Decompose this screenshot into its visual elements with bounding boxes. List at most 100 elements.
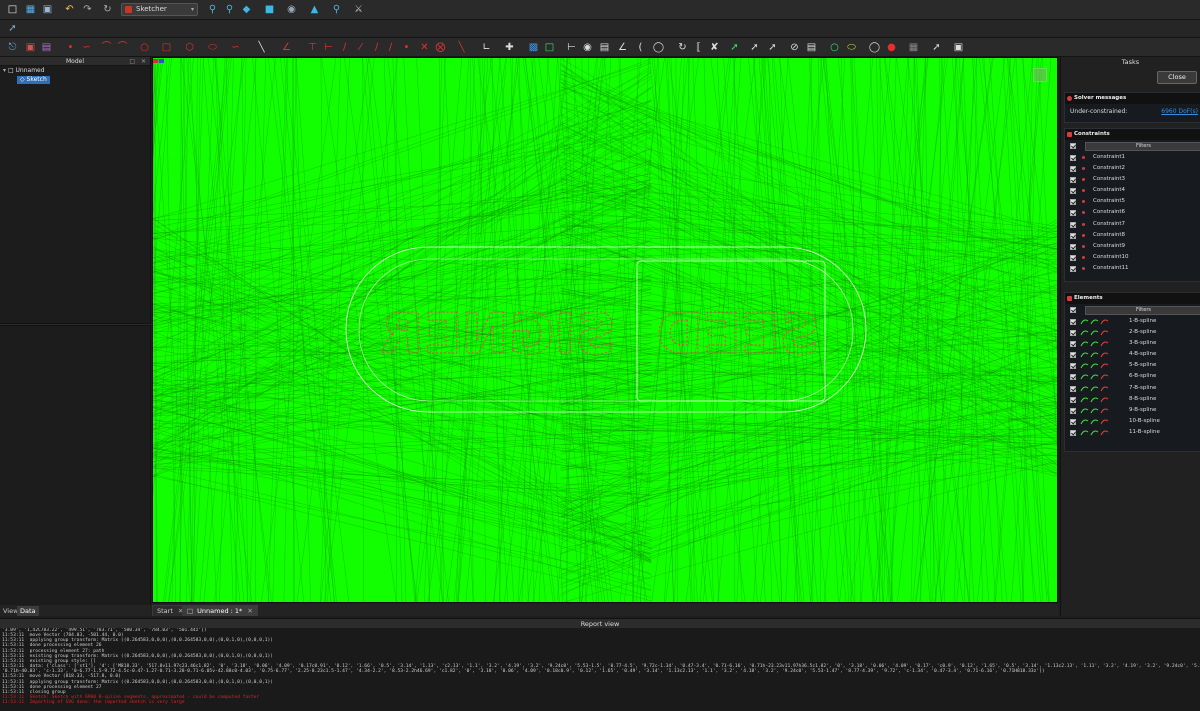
redo-icon[interactable]: ↷ (81, 3, 94, 16)
select-redundant-icon[interactable]: ➚ (728, 41, 741, 54)
panel-buttons[interactable]: □ ✕ (129, 57, 148, 66)
tree-sketch-row[interactable]: ◇ Sketch (0, 75, 150, 84)
bspline-knot-icon[interactable]: ● (885, 41, 898, 54)
constraint-row[interactable]: Constraint1 (1065, 152, 1200, 163)
point-icon[interactable]: • (64, 41, 77, 54)
trim-icon[interactable]: ⊤ (306, 41, 319, 54)
vertical-constraint-icon[interactable]: ∕ (384, 41, 397, 54)
element-row[interactable]: 8-B-spline (1065, 394, 1200, 405)
element-row[interactable]: 5-B-spline (1065, 360, 1200, 371)
bspline-degree-icon[interactable]: ○ (828, 41, 841, 54)
constraint-row[interactable]: Constraint6 (1065, 207, 1200, 218)
constraint-checkbox[interactable] (1070, 254, 1076, 261)
element-checkbox[interactable] (1070, 363, 1076, 370)
elements-header[interactable]: Elements (1065, 293, 1200, 304)
sketch-text-signer[interactable]: SIGNER (380, 301, 617, 367)
whats-this-icon[interactable]: ➚ (6, 22, 19, 35)
symmetry-icon[interactable]: ⊘ (788, 41, 801, 54)
element-checkbox[interactable] (1070, 385, 1076, 392)
point-on-object-icon[interactable]: ∕ (370, 41, 383, 54)
fit-selection-icon[interactable]: ⚲ (223, 3, 236, 16)
arc-icon[interactable]: ⌒ (100, 41, 113, 54)
element-row[interactable]: 10-B-spline (1065, 416, 1200, 427)
element-checkbox[interactable] (1070, 352, 1076, 359)
dof-link[interactable]: 6960 DoF(s) (1161, 104, 1198, 120)
constraints-filters-button[interactable]: Filters (1085, 142, 1200, 151)
parallel-icon[interactable]: ✕ (418, 41, 431, 54)
polygon-icon[interactable]: ⬡ (183, 41, 196, 54)
clone-icon[interactable]: ▤ (805, 41, 818, 54)
view-sketch-icon[interactable]: ▣ (24, 41, 37, 54)
measure-icon[interactable]: ⚲ (330, 3, 343, 16)
element-row[interactable]: 11-B-spline (1065, 427, 1200, 438)
element-checkbox[interactable] (1070, 374, 1076, 381)
rectangle-icon[interactable]: □ (160, 41, 173, 54)
block-icon[interactable]: ▩ (527, 41, 540, 54)
diameter-icon[interactable]: ▤ (598, 41, 611, 54)
constraint-row[interactable]: Constraint9 (1065, 241, 1200, 252)
view-section-icon[interactable]: ▤ (40, 41, 53, 54)
constraint-checkbox[interactable] (1070, 265, 1076, 272)
bspline-polygon-icon[interactable]: ⬭ (845, 41, 858, 54)
constraint-checkbox[interactable] (1070, 243, 1076, 250)
tree-sketch-selected[interactable]: ◇ Sketch (17, 76, 50, 84)
open-file-icon[interactable]: ▦ (24, 3, 37, 16)
elements-filters-button[interactable]: Filters (1085, 306, 1200, 315)
constraint-row[interactable]: Constraint5 (1065, 196, 1200, 207)
constraint-checkbox[interactable] (1070, 232, 1076, 239)
toggle-driving-icon[interactable]: ↻ (676, 41, 689, 54)
snap-icon[interactable]: ➚ (930, 41, 943, 54)
element-row[interactable]: 1-B-spline (1065, 316, 1200, 327)
polyline-icon[interactable]: ∽ (80, 41, 93, 54)
tangent-icon[interactable]: ╲ (455, 41, 468, 54)
select-conflicting-icon[interactable]: ✘ (708, 41, 721, 54)
constraints-select-all-checkbox[interactable] (1070, 143, 1076, 149)
constraint-row[interactable]: Constraint4 (1065, 185, 1200, 196)
macro-icon[interactable]: ⚔ (352, 3, 365, 16)
horizontal-constraint-icon[interactable]: • (400, 41, 413, 54)
split-icon[interactable]: ∕ (338, 41, 351, 54)
undo-icon[interactable]: ↶ (63, 3, 76, 16)
new-file-icon[interactable]: □ (6, 3, 19, 16)
perpendicular-icon[interactable]: ⨂ (434, 41, 447, 54)
element-checkbox[interactable] (1070, 319, 1076, 325)
expand-arrow-icon[interactable]: ▾ (3, 67, 6, 74)
element-row[interactable]: 3-B-spline (1065, 338, 1200, 349)
3d-viewport[interactable]: SIGNER SEED (152, 57, 1058, 603)
constraint-row[interactable]: Constraint2 (1065, 163, 1200, 174)
element-checkbox[interactable] (1070, 418, 1076, 425)
distance-icon[interactable]: ⊢ (565, 41, 578, 54)
std-views-icon[interactable]: ▲ (308, 3, 321, 16)
constraint-row[interactable]: Constraint10 (1065, 252, 1200, 263)
constraint-checkbox[interactable] (1070, 210, 1076, 217)
elements-select-all-checkbox[interactable] (1070, 307, 1076, 313)
bspline-icon[interactable]: ∽ (229, 41, 242, 54)
bspline-comb-icon[interactable]: ◯ (868, 41, 881, 54)
workbench-selector[interactable]: Sketcher ▾ (121, 3, 198, 16)
isometric-view-icon[interactable]: ◆ (240, 3, 253, 16)
constraint-checkbox[interactable] (1070, 177, 1076, 184)
grid-icon[interactable]: ▦ (907, 41, 920, 54)
element-checkbox[interactable] (1070, 429, 1076, 436)
element-checkbox[interactable] (1070, 330, 1076, 337)
element-row[interactable]: 2-B-spline (1065, 327, 1200, 338)
element-row[interactable]: 6-B-spline (1065, 371, 1200, 382)
close-button[interactable]: Close (1157, 71, 1197, 84)
front-view-icon[interactable]: ■ (263, 3, 276, 16)
arc-3pt-icon[interactable]: ⌒ (116, 41, 129, 54)
constraint-row[interactable]: Constraint7 (1065, 219, 1200, 230)
coincident-icon[interactable]: ⁄ (354, 41, 367, 54)
constraint-checkbox[interactable] (1070, 221, 1076, 228)
select-elements-icon[interactable]: ➚ (748, 41, 761, 54)
constraint-row[interactable]: Constraint11 (1065, 263, 1200, 274)
element-row[interactable]: 9-B-spline (1065, 405, 1200, 416)
report-view[interactable]: '3.09', '1,42C783.22', '499.51', '783.71… (0, 628, 1200, 711)
sketch-text-seed[interactable]: SEED (656, 301, 821, 367)
leave-sketch-icon[interactable]: ⎋ (6, 41, 19, 54)
tab-data[interactable]: Data (17, 606, 39, 616)
constraint-checkbox[interactable] (1070, 188, 1076, 195)
element-checkbox[interactable] (1070, 407, 1076, 414)
draw-style-icon[interactable]: ◉ (285, 3, 298, 16)
element-row[interactable]: 4-B-spline (1065, 349, 1200, 360)
equal-icon[interactable]: ∟ (480, 41, 493, 54)
